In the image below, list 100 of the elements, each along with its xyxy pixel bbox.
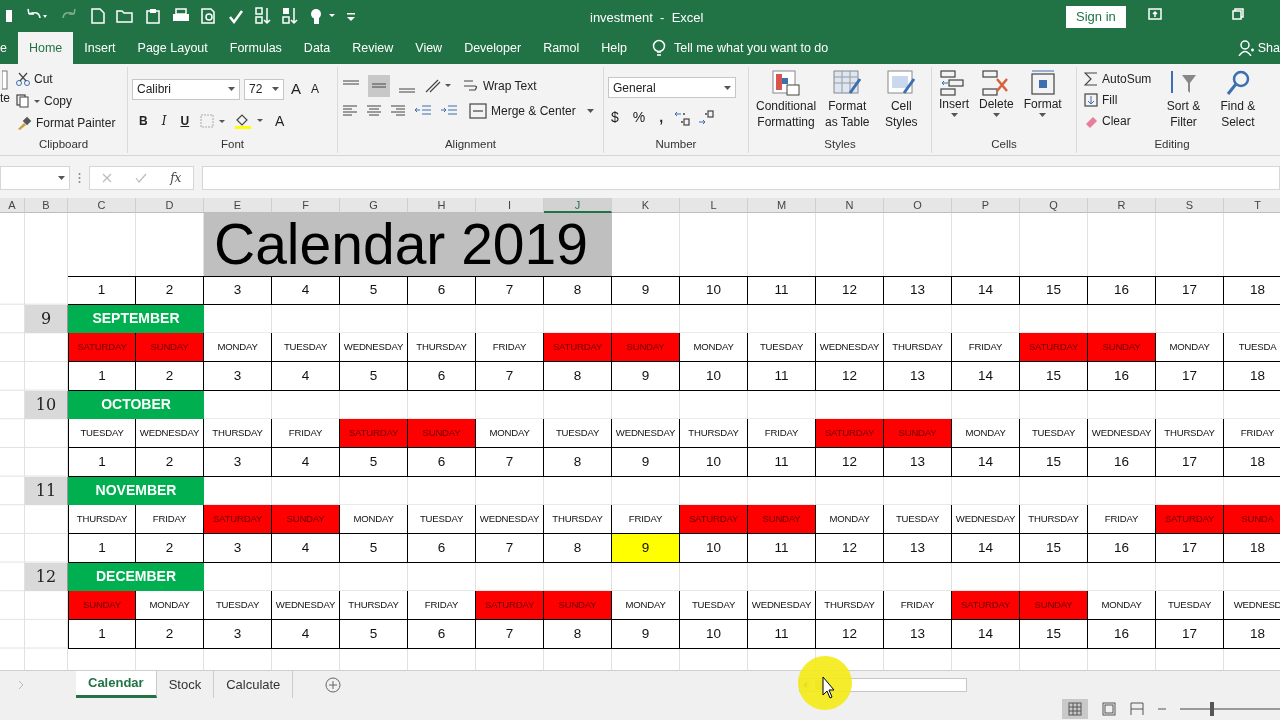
sheet-tab[interactable]: Calendar	[76, 671, 157, 698]
ribbon-tab[interactable]: Insert	[73, 32, 127, 64]
fill-color-icon[interactable]	[234, 113, 265, 129]
ribbon-tab[interactable]: Page Layout	[126, 32, 219, 64]
ribbon-tab[interactable]: Help	[590, 32, 638, 64]
font-color-button[interactable]: A	[272, 109, 288, 133]
autosum-button[interactable]: AutoSum	[1081, 69, 1155, 89]
ribbon-button[interactable]: Format	[1020, 69, 1065, 117]
column-header[interactable]: D	[136, 198, 204, 213]
ribbon-button[interactable]: Format as Table	[821, 69, 874, 131]
column-header[interactable]: C	[68, 198, 136, 213]
slider-thumb[interactable]	[1210, 702, 1214, 716]
ribbon-button[interactable]: Conditional Formatting	[753, 69, 820, 131]
font-name-dropdown[interactable]: Calibri	[132, 78, 240, 100]
sort-descending-icon[interactable]	[282, 7, 298, 25]
decrease-decimal-icon[interactable]	[698, 109, 715, 126]
ribbon-tab[interactable]: Ramol	[532, 32, 591, 64]
printer-icon[interactable]	[172, 8, 190, 24]
align-left-icon[interactable]	[342, 104, 358, 118]
page-layout-icon[interactable]	[1102, 702, 1116, 716]
ribbon-button[interactable]: Insert	[936, 69, 972, 117]
caret-icon[interactable]	[586, 109, 594, 113]
page-break-icon[interactable]	[1130, 702, 1144, 716]
font-size-dropdown[interactable]: 72	[244, 78, 284, 100]
sign-in-button[interactable]: Sign in	[1066, 6, 1126, 28]
number-format-dropdown[interactable]: General	[608, 77, 736, 98]
ribbon-tab[interactable]: View	[404, 32, 454, 64]
column-header[interactable]: I	[476, 198, 544, 213]
column-header[interactable]: A	[0, 198, 25, 213]
column-header[interactable]: O	[884, 198, 952, 213]
open-folder-icon[interactable]	[116, 8, 134, 24]
table-cell: 13	[884, 447, 952, 477]
ribbon-display-icon[interactable]	[1148, 8, 1162, 20]
new-sheet-icon[interactable]	[325, 676, 342, 693]
increase-decimal-icon[interactable]	[674, 109, 691, 126]
ribbon-tab[interactable]: Developer	[453, 32, 533, 64]
new-file-icon[interactable]	[91, 8, 105, 24]
touch-mode-icon[interactable]	[309, 8, 335, 24]
cut-button[interactable]: Cut	[13, 69, 119, 89]
column-header[interactable]: F	[272, 198, 340, 213]
align-right-icon[interactable]	[390, 104, 406, 118]
table-cell: THURSDAY	[408, 333, 476, 362]
decrease-font-button[interactable]: A	[308, 79, 323, 100]
table-cell: TUESDAY	[1156, 591, 1224, 620]
clear-button[interactable]: Clear	[1081, 111, 1155, 131]
table-cell: MONDAY	[204, 333, 272, 362]
column-header[interactable]: T	[1224, 198, 1280, 213]
print-preview-icon[interactable]	[201, 8, 217, 24]
increase-font-button[interactable]: A	[288, 77, 304, 102]
fill-button[interactable]: Fill	[1081, 90, 1155, 110]
underline-button[interactable]: U	[177, 111, 193, 131]
table-cell: 1	[68, 276, 136, 305]
wrap-text-button[interactable]: Wrap Text	[460, 76, 540, 96]
tell-me-search[interactable]: Tell me what you want to do	[673, 38, 829, 58]
merge-center-button[interactable]: Merge & Center	[466, 101, 579, 121]
comma-button[interactable]: ,	[656, 106, 667, 129]
caret-icon[interactable]	[58, 176, 65, 180]
currency-button[interactable]: $	[608, 106, 622, 129]
column-header[interactable]: P	[952, 198, 1020, 213]
sort-ascending-icon[interactable]	[255, 7, 271, 25]
ribbon-button[interactable]: Sort & Filter	[1158, 69, 1209, 131]
ribbon-tab[interactable]: Home	[17, 32, 74, 64]
ribbon-button[interactable]: Find & Select	[1212, 69, 1263, 131]
column-header[interactable]: J	[544, 198, 612, 213]
column-header[interactable]: E	[204, 198, 272, 213]
ribbon-tab[interactable]: Review	[341, 32, 405, 64]
column-header[interactable]: M	[748, 198, 816, 213]
share-button[interactable]: Sha	[1257, 38, 1280, 58]
copy-button[interactable]: Copy	[13, 91, 119, 111]
column-header[interactable]: H	[408, 198, 476, 213]
share-person-icon[interactable]	[1237, 40, 1254, 56]
ribbon-tab[interactable]: e	[0, 32, 18, 64]
restore-icon[interactable]	[1232, 8, 1244, 20]
format-painter-button[interactable]: Format Painter	[13, 113, 119, 133]
paste-button[interactable]: te	[0, 69, 13, 107]
column-header[interactable]: R	[1088, 198, 1156, 213]
sigma-icon	[1084, 72, 1098, 86]
bold-button[interactable]: B	[136, 111, 151, 131]
column-header[interactable]: N	[816, 198, 884, 213]
orientation-icon[interactable]	[424, 78, 452, 94]
column-header[interactable]: L	[680, 198, 748, 213]
table-cell: 2	[136, 619, 204, 649]
column-header[interactable]: K	[612, 198, 680, 213]
clipboard-icon[interactable]	[145, 8, 161, 24]
align-center-icon[interactable]	[366, 104, 382, 118]
column-header[interactable]: B	[25, 198, 68, 213]
ribbon-tab[interactable]: Formulas	[218, 32, 293, 64]
insert-function-button[interactable]: fx	[170, 169, 182, 187]
percent-button[interactable]: %	[629, 106, 649, 129]
column-header[interactable]: G	[340, 198, 408, 213]
ribbon-button[interactable]: Delete	[976, 69, 1017, 117]
lightbulb-icon[interactable]	[651, 39, 666, 57]
column-header[interactable]: Q	[1020, 198, 1088, 213]
normal-view-icon[interactable]	[1062, 699, 1088, 719]
ribbon-button[interactable]: Cell Styles	[875, 69, 927, 131]
spelling-check-icon[interactable]	[228, 8, 244, 24]
ribbon-tab[interactable]: Data	[292, 32, 342, 64]
italic-button[interactable]: I	[158, 111, 170, 131]
column-header[interactable]: S	[1156, 198, 1224, 213]
formula-input[interactable]	[202, 166, 1280, 190]
